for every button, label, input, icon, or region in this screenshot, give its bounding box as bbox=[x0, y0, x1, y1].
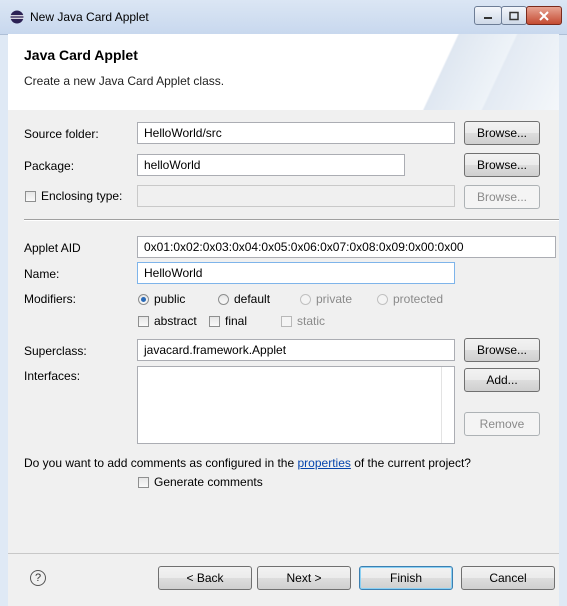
interfaces-list[interactable] bbox=[137, 366, 455, 444]
package-label: Package: bbox=[24, 159, 75, 173]
enclosing-type-label: Enclosing type: bbox=[41, 189, 123, 203]
title-bar: New Java Card Applet bbox=[0, 0, 567, 35]
finish-button[interactable]: Finish bbox=[359, 566, 453, 590]
static-checkbox[interactable] bbox=[281, 316, 292, 327]
window-title: New Java Card Applet bbox=[30, 10, 149, 24]
enclosing-type-browse-button[interactable]: Browse... bbox=[464, 185, 540, 209]
modifiers-label: Modifiers: bbox=[24, 292, 77, 306]
separator bbox=[24, 219, 559, 221]
source-folder-input[interactable]: HelloWorld/src bbox=[137, 122, 455, 144]
properties-link[interactable]: properties bbox=[298, 456, 351, 470]
default-radio[interactable] bbox=[218, 294, 229, 305]
banner-graphic bbox=[399, 34, 559, 110]
public-radio-label: public bbox=[154, 292, 186, 306]
source-folder-browse-button[interactable]: Browse... bbox=[464, 121, 540, 145]
name-label: Name: bbox=[24, 267, 60, 281]
default-radio-label: default bbox=[234, 292, 271, 306]
back-button[interactable]: < Back bbox=[158, 566, 252, 590]
minimize-icon bbox=[484, 16, 492, 19]
comments-prompt: Do you want to add comments as configure… bbox=[24, 456, 471, 470]
minimize-button[interactable] bbox=[474, 6, 502, 25]
public-radio[interactable] bbox=[138, 294, 149, 305]
abstract-checkbox-label: abstract bbox=[154, 314, 197, 328]
enclosing-type-input[interactable] bbox=[137, 185, 455, 207]
form-panel: Source folder: HelloWorld/src Browse... … bbox=[8, 110, 559, 553]
maximize-icon bbox=[509, 11, 519, 20]
enclosing-type-checkbox[interactable] bbox=[25, 191, 36, 202]
final-checkbox-label: final bbox=[225, 314, 248, 328]
protected-radio-label: protected bbox=[393, 292, 444, 306]
source-folder-label: Source folder: bbox=[24, 127, 99, 141]
applet-aid-input[interactable]: 0x01:0x02:0x03:0x04:0x05:0x06:0x07:0x08:… bbox=[137, 236, 556, 258]
close-icon bbox=[539, 10, 549, 21]
superclass-browse-button[interactable]: Browse... bbox=[464, 338, 540, 362]
package-browse-button[interactable]: Browse... bbox=[464, 153, 540, 177]
button-bar: ? < Back Next > Finish Cancel bbox=[8, 553, 559, 606]
remove-interface-button[interactable]: Remove bbox=[464, 412, 540, 436]
eclipse-icon bbox=[10, 10, 24, 24]
wizard-banner: Java Card Applet Create a new Java Card … bbox=[8, 34, 559, 111]
generate-comments-label: Generate comments bbox=[154, 475, 263, 489]
wizard-description: Create a new Java Card Applet class. bbox=[24, 74, 225, 88]
private-radio-label: private bbox=[316, 292, 353, 306]
help-icon[interactable]: ? bbox=[30, 570, 46, 586]
applet-aid-label: Applet AID bbox=[24, 241, 81, 255]
close-button[interactable] bbox=[526, 6, 562, 25]
comments-prompt-suffix: of the current project? bbox=[354, 456, 471, 470]
name-input[interactable]: HelloWorld bbox=[137, 262, 455, 284]
protected-radio[interactable] bbox=[377, 294, 388, 305]
cancel-button[interactable]: Cancel bbox=[461, 566, 555, 590]
next-button[interactable]: Next > bbox=[257, 566, 351, 590]
package-input[interactable]: helloWorld bbox=[137, 154, 405, 176]
final-checkbox[interactable] bbox=[209, 316, 220, 327]
abstract-checkbox[interactable] bbox=[138, 316, 149, 327]
maximize-button[interactable] bbox=[501, 6, 527, 25]
add-interface-button[interactable]: Add... bbox=[464, 368, 540, 392]
interfaces-label: Interfaces: bbox=[24, 369, 81, 383]
comments-prompt-prefix: Do you want to add comments as configure… bbox=[24, 456, 295, 470]
private-radio[interactable] bbox=[300, 294, 311, 305]
superclass-input[interactable]: javacard.framework.Applet bbox=[137, 339, 455, 361]
wizard-title: Java Card Applet bbox=[24, 47, 138, 63]
interfaces-scrollbar[interactable] bbox=[441, 367, 454, 443]
static-checkbox-label: static bbox=[297, 314, 326, 328]
generate-comments-checkbox[interactable] bbox=[138, 477, 149, 488]
superclass-label: Superclass: bbox=[24, 344, 87, 358]
